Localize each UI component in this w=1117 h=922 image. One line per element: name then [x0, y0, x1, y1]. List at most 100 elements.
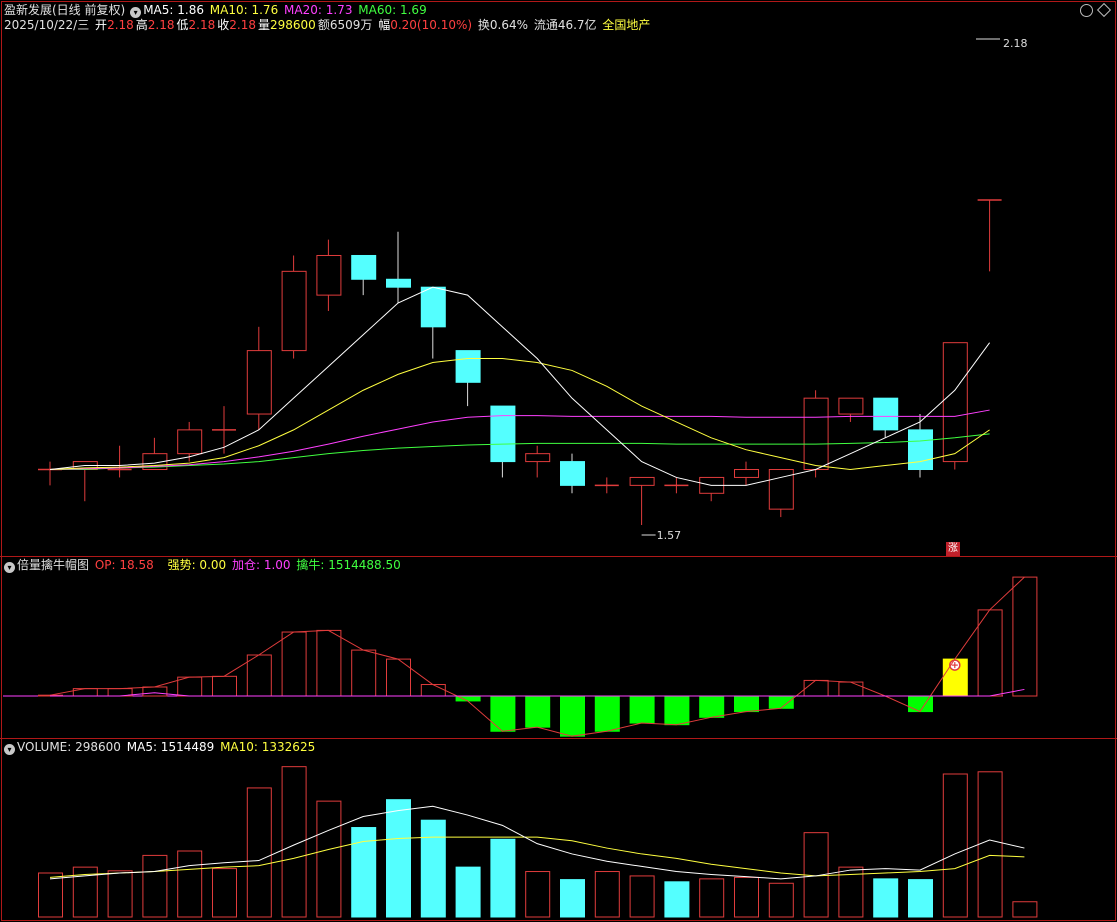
candle: [386, 231, 411, 304]
candle: [699, 476, 725, 502]
candle-body: [386, 278, 411, 288]
volume-bar: [768, 882, 794, 918]
volume-bar: [942, 773, 968, 918]
candle: [629, 476, 655, 525]
min-price-label: 1.57: [657, 529, 682, 542]
volume-bar: [699, 878, 725, 918]
volume-bar: [908, 879, 933, 918]
volume-bar: [142, 854, 168, 918]
qn-label: 擒牛: 1514488.50: [296, 558, 401, 572]
volume-bar: [734, 876, 759, 918]
candle: [212, 406, 236, 454]
candle: [246, 326, 272, 430]
indicator-bar: [212, 675, 237, 697]
candle-body: [908, 429, 933, 471]
candle: [560, 453, 585, 494]
volume-bar: [560, 879, 585, 918]
add-label: 加仓: 1.00: [231, 558, 291, 572]
indicator-bar: [525, 695, 551, 728]
candle: [490, 405, 516, 478]
quote-line: 2025/10/22/三 开2.18 高2.18 低2.18 收2.18 量298600…: [4, 18, 652, 32]
indicator-bar: [560, 695, 585, 737]
volume-bar: [316, 800, 342, 918]
close-label: 收: [217, 18, 230, 32]
change-value: 0.20(10.10%): [390, 18, 473, 32]
volume-ma5-line: [49, 805, 1025, 880]
candle: [525, 445, 551, 478]
amount-value: 额6509万: [317, 18, 373, 32]
volume-bar: [107, 870, 133, 918]
chart-frame: 2.18 1.57: [0, 1, 1117, 921]
candle: [38, 461, 62, 486]
volume-bar: [38, 872, 63, 918]
candlestick-panel[interactable]: 2.18 1.57: [38, 37, 1028, 542]
candle: [977, 199, 1002, 272]
candle-body: [177, 429, 203, 455]
indicator-bar: [142, 686, 168, 697]
ma5-line: [49, 286, 991, 486]
indicator-panel[interactable]: [3, 576, 1038, 737]
indicator-bar: [768, 695, 794, 709]
indicator-bar: [977, 609, 1003, 697]
volume-bar: [420, 819, 446, 918]
ma20-label: MA20: 1.73: [284, 3, 353, 17]
candle: [942, 342, 968, 470]
high-value: 2.18: [147, 18, 175, 32]
candle: [768, 469, 794, 518]
candle: [316, 239, 342, 311]
turnover-value: 换0.64%: [477, 18, 528, 32]
volume-bar: [664, 881, 690, 918]
indicator-bar: [803, 679, 829, 697]
dropdown-icon[interactable]: ▾: [4, 744, 15, 755]
open-label: 开: [95, 18, 108, 32]
indicator-bar: [490, 695, 516, 732]
volume-bar: [629, 875, 655, 918]
low-label: 低: [176, 18, 189, 32]
candle-body: [873, 397, 899, 431]
candle-body: [246, 350, 272, 415]
indicator-bar: [594, 695, 620, 732]
indicator-bar: [699, 695, 725, 718]
candle: [107, 445, 132, 478]
main-legend: 盈新发展(日线 前复权) ▾ MA5: 1.86 MA10: 1.76 MA20: …: [4, 3, 429, 18]
indicator-bar: [664, 695, 690, 726]
indicator-bar: [316, 629, 342, 697]
ma20-line: [49, 409, 990, 471]
candle: [594, 477, 619, 494]
candle: [351, 254, 377, 296]
candle: [803, 390, 829, 478]
volume-bar: [873, 878, 899, 918]
max-price-label: 2.18: [1003, 37, 1028, 50]
candle-body: [490, 405, 516, 463]
candle: [177, 421, 203, 462]
vol-ma5-label: MA5: 1514489: [126, 740, 215, 754]
candle: [734, 461, 759, 486]
volume-bar: [977, 771, 1003, 918]
volume-bar: [594, 871, 620, 918]
candle-body: [455, 350, 481, 383]
volume-bar: [386, 799, 411, 918]
candle-body: [316, 254, 342, 296]
low-value: 2.18: [188, 18, 216, 32]
dropdown-icon[interactable]: ▾: [130, 7, 142, 18]
circle-icon[interactable]: [1080, 4, 1093, 17]
indicator-bar: [386, 658, 411, 697]
vol-label: 量: [257, 18, 270, 32]
volume-bar: [455, 866, 481, 918]
indicator-bar: [351, 649, 377, 697]
volume-bar: [525, 871, 551, 918]
float-value: 流通46.7亿: [533, 18, 597, 32]
indicator-bar: [1012, 576, 1038, 697]
volume-legend: ▾ VOLUME: 298600 MA5: 1514489 MA10: 13326…: [4, 740, 317, 755]
volume-bar: [177, 850, 203, 918]
indicator-bar: [246, 654, 272, 697]
candle-body: [803, 397, 829, 471]
dropdown-icon[interactable]: ▾: [4, 562, 15, 573]
ma60-label: MA60: 1.69: [358, 3, 427, 17]
indicator-bar: [734, 695, 759, 713]
sector-value[interactable]: 全国地产: [602, 18, 650, 32]
candle-body: [838, 397, 864, 415]
ma10-label: MA10: 1.76: [209, 3, 279, 17]
candle-body: [351, 254, 377, 280]
volume-panel[interactable]: [38, 766, 1038, 918]
